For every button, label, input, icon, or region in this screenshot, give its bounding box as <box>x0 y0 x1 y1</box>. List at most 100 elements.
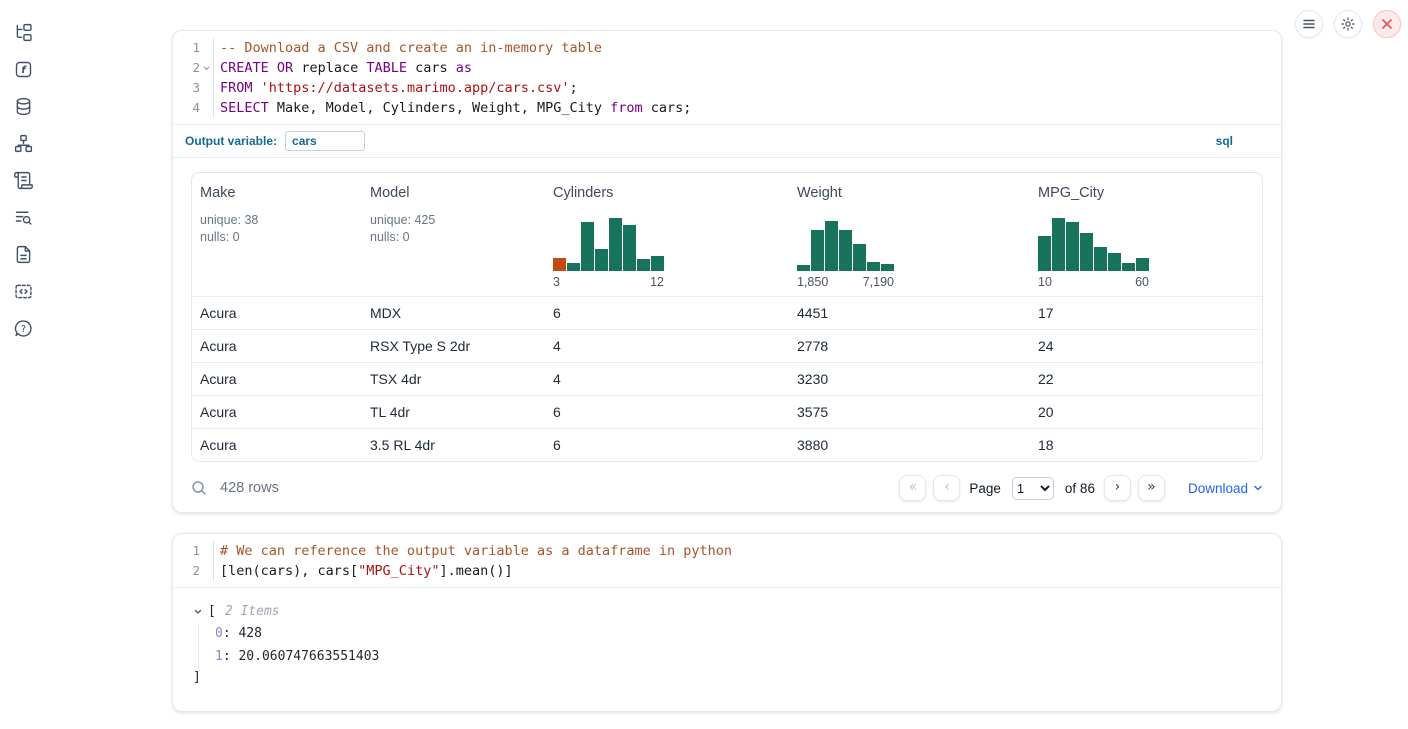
logs-icon[interactable] <box>13 207 34 228</box>
null-count: nulls: 0 <box>370 229 537 246</box>
table-cell: RSX Type S 2dr <box>362 338 545 354</box>
prev-page-button[interactable]: ‹ <box>933 475 960 501</box>
histogram-bar <box>853 244 866 271</box>
datasources-icon[interactable] <box>13 96 34 117</box>
histogram-axis: 1,8507,190 <box>797 275 894 289</box>
code-line: 3FROM 'https://datasets.marimo.app/cars.… <box>173 78 1281 98</box>
code-token: replace <box>293 60 366 76</box>
table-cell: 20 <box>1030 404 1262 420</box>
code-token: [len(cars), cars[ <box>220 563 358 579</box>
line-gutter: 3 <box>173 78 214 98</box>
table-cell: 3880 <box>789 437 1030 453</box>
variables-icon[interactable]: f <box>13 59 34 80</box>
line-number: 1 <box>192 38 200 58</box>
histogram-bar <box>839 230 852 271</box>
histogram-bar <box>1038 236 1051 271</box>
documentation-icon[interactable] <box>13 244 34 265</box>
help-icon[interactable]: ? <box>13 318 34 339</box>
column-histogram: 1,8507,190 <box>797 218 894 289</box>
column-header-weight[interactable]: Weight 1,8507,190 <box>789 173 1030 296</box>
table-cell: 3230 <box>789 371 1030 387</box>
last-page-button[interactable]: » <box>1138 475 1165 501</box>
code-token: TABLE <box>366 60 407 76</box>
null-count: nulls: 0 <box>200 229 354 246</box>
page-label: Page <box>969 481 1001 496</box>
dependency-graph-icon[interactable] <box>13 133 34 154</box>
table-row: AcuraTSX 4dr4323022 <box>192 362 1262 395</box>
column-header-cylinders[interactable]: Cylinders 3 12 <box>545 173 789 296</box>
line-number: 4 <box>192 98 200 118</box>
row-count-label: 428 rows <box>220 480 279 496</box>
column-title: Model <box>370 185 537 201</box>
histogram-bar <box>1122 263 1135 271</box>
table-body: AcuraMDX6445117AcuraRSX Type S 2dr427782… <box>192 296 1262 461</box>
shutdown-close-icon <box>1381 18 1393 30</box>
page-select[interactable]: 1 <box>1012 477 1054 500</box>
table-cell: Acura <box>192 404 362 420</box>
gear-icon <box>1340 16 1356 32</box>
shutdown-button[interactable] <box>1373 10 1401 38</box>
code-token: ; <box>570 80 578 96</box>
table-header-row: Makeunique: 38nulls: 0Modelunique: 425nu… <box>192 173 1262 296</box>
histogram-bars <box>553 218 664 271</box>
hamburger-menu-button[interactable] <box>1295 10 1323 38</box>
file-tree-icon[interactable] <box>13 22 34 43</box>
column-title: Weight <box>797 185 1022 201</box>
axis-min-label: 3 <box>553 275 560 289</box>
code-token: Make, Model, Cylinders, Weight, MPG_City <box>269 100 610 116</box>
axis-max-label: 12 <box>650 275 664 289</box>
line-gutter: 1 <box>173 541 214 561</box>
scratchpad-icon[interactable] <box>13 170 34 191</box>
table-cell: 6 <box>545 305 789 321</box>
settings-button[interactable] <box>1334 10 1362 38</box>
tree-entry-key: 1 <box>215 649 223 664</box>
table-cell: 3.5 RL 4dr <box>362 437 545 453</box>
axis-min-label: 1,850 <box>797 275 828 289</box>
first-page-button[interactable]: « <box>899 475 926 501</box>
fold-chevron-icon[interactable] <box>200 58 213 78</box>
column-header-mpg_city[interactable]: MPG_City 10 60 <box>1030 173 1262 296</box>
table-cell: Acura <box>192 305 362 321</box>
fold-slot <box>200 78 213 98</box>
fold-slot <box>200 561 213 581</box>
table-cell: 4451 <box>789 305 1030 321</box>
search-icon[interactable] <box>191 480 208 497</box>
next-page-button[interactable]: › <box>1104 475 1131 501</box>
code-content: CREATE OR replace TABLE cars as <box>214 58 472 78</box>
code-content: SELECT Make, Model, Cylinders, Weight, M… <box>214 98 691 118</box>
chevron-down-icon <box>1253 483 1263 493</box>
histogram-axis: 10 60 <box>1038 275 1149 289</box>
tree-entry-value: 20.060747663551403 <box>238 649 379 664</box>
column-header-model[interactable]: Modelunique: 425nulls: 0 <box>362 173 545 296</box>
output-variable-input[interactable] <box>285 131 365 151</box>
table-row: AcuraMDX6445117 <box>192 296 1262 329</box>
page-total-label: of 86 <box>1065 481 1095 496</box>
unique-count: unique: 38 <box>200 212 354 229</box>
column-title: Cylinders <box>553 185 781 201</box>
sql-code-editor[interactable]: 1-- Download a CSV and create an in-memo… <box>173 31 1281 125</box>
table-footer: 428 rows « ‹ Page 1 of 86 › » Download <box>173 462 1281 501</box>
code-token: SELECT <box>220 100 269 116</box>
histogram-bar <box>553 258 566 271</box>
column-header-make[interactable]: Makeunique: 38nulls: 0 <box>192 173 362 296</box>
histogram-bar <box>867 262 880 271</box>
column-title: MPG_City <box>1038 185 1254 201</box>
python-output-tree: [ 2 Items 0: 4281: 20.060747663551403 ] <box>173 588 1281 688</box>
snippets-icon[interactable] <box>13 281 34 302</box>
code-token <box>253 80 261 96</box>
histogram-bar <box>881 264 894 271</box>
download-button[interactable]: Download <box>1188 481 1263 496</box>
table-cell: 6 <box>545 404 789 420</box>
table-cell: 2778 <box>789 338 1030 354</box>
tree-collapse-chevron-icon[interactable] <box>193 607 203 617</box>
axis-max-label: 60 <box>1135 275 1149 289</box>
histogram-bar <box>595 249 608 271</box>
left-sidebar: f ? <box>0 0 46 729</box>
axis-min-label: 10 <box>1038 275 1052 289</box>
code-content: [len(cars), cars["MPG_City"].mean()] <box>214 561 513 581</box>
table-cell: 22 <box>1030 371 1262 387</box>
column-stats: unique: 38nulls: 0 <box>200 212 354 246</box>
output-variable-row: Output variable: sql <box>173 125 1281 158</box>
python-code-editor[interactable]: 1# We can reference the output variable … <box>173 534 1281 588</box>
code-line: 4 SELECT Make, Model, Cylinders, Weight, … <box>173 98 1281 118</box>
